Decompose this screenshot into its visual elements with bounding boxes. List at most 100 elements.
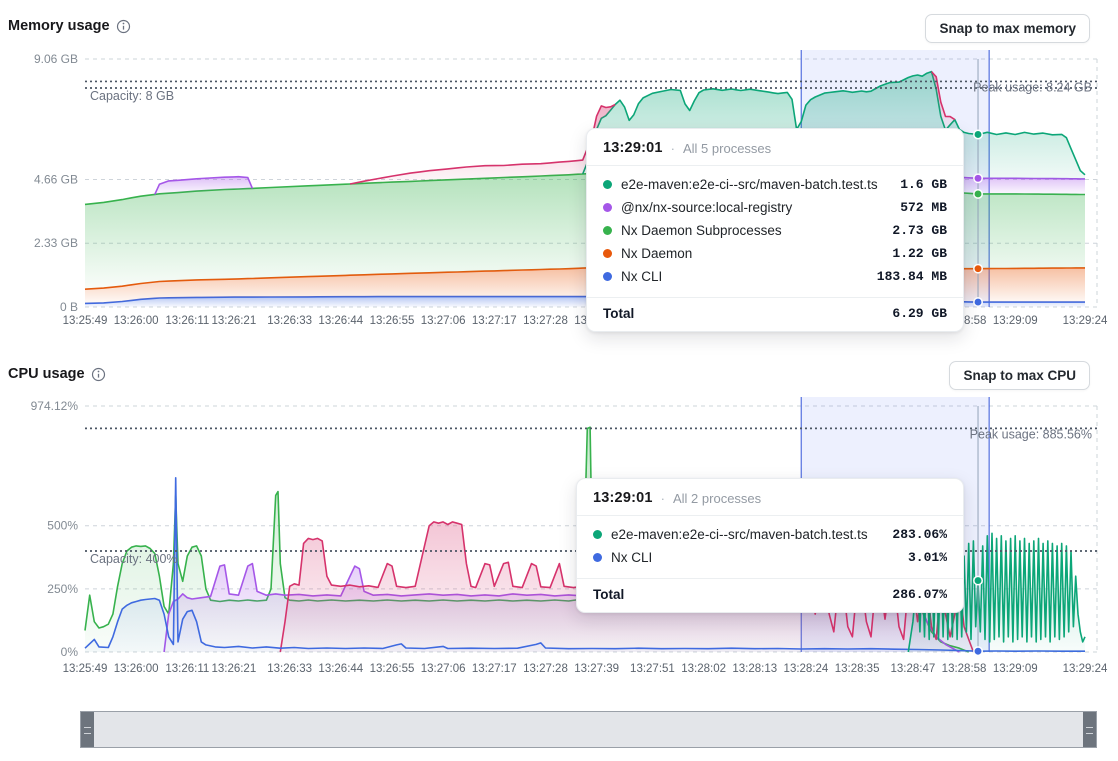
process-name: Nx CLI [611, 550, 899, 565]
svg-text:13:26:44: 13:26:44 [318, 663, 363, 675]
svg-text:13:27:39: 13:27:39 [574, 663, 619, 675]
svg-text:13:26:00: 13:26:00 [114, 663, 159, 675]
svg-text:0%: 0% [61, 645, 79, 659]
process-value: 3.01% [908, 550, 947, 565]
svg-text:13:27:28: 13:27:28 [523, 663, 568, 675]
series-color-dot [593, 530, 602, 539]
svg-text:13:28:58: 13:28:58 [942, 663, 987, 675]
svg-text:13:27:06: 13:27:06 [421, 663, 466, 675]
svg-text:13:27:17: 13:27:17 [472, 315, 517, 327]
tooltip-process-row: Nx Daemon Subprocesses 2.73 GB [603, 219, 947, 242]
series-color-dot [603, 180, 612, 189]
svg-text:0 B: 0 B [60, 300, 78, 314]
snap-to-max-cpu-button[interactable]: Snap to max CPU [949, 361, 1090, 390]
svg-text:13:26:21: 13:26:21 [211, 315, 256, 327]
tooltip-time: 13:29:01 [603, 140, 663, 156]
svg-text:13:26:44: 13:26:44 [318, 315, 363, 327]
tooltip-process-row: e2e-maven:e2e-ci--src/maven-batch.test.t… [603, 173, 947, 196]
process-value: 283.06% [892, 527, 947, 542]
cpu-section-header: CPU usage [8, 366, 106, 382]
process-value: 1.22 GB [892, 246, 947, 261]
memory-info-icon[interactable] [116, 19, 131, 34]
svg-text:4.66 GB: 4.66 GB [34, 172, 78, 186]
process-value: 2.73 GB [892, 223, 947, 238]
svg-text:13:29:09: 13:29:09 [993, 663, 1038, 675]
tooltip-separator: · [671, 141, 675, 156]
process-name: e2e-maven:e2e-ci--src/maven-batch.test.t… [621, 177, 891, 192]
svg-text:13:26:55: 13:26:55 [370, 663, 415, 675]
cpu-tooltip-header: 13:29:01 · All 2 processes [577, 479, 963, 516]
tooltip-process-count: All 5 processes [683, 141, 771, 156]
process-name: Nx Daemon Subprocesses [621, 223, 883, 238]
time-range-brush[interactable] [80, 711, 1097, 748]
memory-tooltip-total: Total 6.29 GB [587, 297, 963, 331]
svg-text:Capacity: 8 GB: Capacity: 8 GB [90, 89, 174, 103]
process-name: Nx Daemon [621, 246, 883, 261]
svg-text:13:27:51: 13:27:51 [630, 663, 675, 675]
svg-text:13:25:49: 13:25:49 [63, 663, 108, 675]
total-label: Total [603, 306, 892, 321]
tooltip-process-count: All 2 processes [673, 491, 761, 506]
tooltip-process-row: Nx Daemon 1.22 GB [603, 242, 947, 265]
brush-right-handle[interactable] [1083, 712, 1096, 747]
tooltip-process-row: @nx/nx-source:local-registry572 MB [603, 196, 947, 219]
process-name: Nx CLI [621, 269, 868, 284]
svg-text:13:28:02: 13:28:02 [681, 663, 726, 675]
total-value: 286.07% [892, 587, 947, 602]
memory-tooltip: 13:29:01 · All 5 processes e2e-maven:e2e… [586, 128, 964, 332]
total-value: 6.29 GB [892, 306, 947, 321]
svg-text:13:25:49: 13:25:49 [63, 315, 108, 327]
svg-text:9.06 GB: 9.06 GB [34, 52, 78, 66]
snap-to-max-memory-button[interactable]: Snap to max memory [925, 14, 1090, 43]
svg-text:500%: 500% [47, 519, 78, 533]
tooltip-process-row: Nx CLI 3.01% [593, 546, 947, 569]
svg-text:13:29:24: 13:29:24 [1063, 315, 1108, 327]
cpu-usage-title: CPU usage [8, 366, 85, 382]
memory-tooltip-header: 13:29:01 · All 5 processes [587, 129, 963, 166]
svg-text:250%: 250% [47, 582, 78, 596]
svg-text:13:26:11: 13:26:11 [165, 663, 209, 675]
svg-text:13:28:35: 13:28:35 [835, 663, 880, 675]
series-color-dot [593, 553, 602, 562]
svg-text:13:26:33: 13:26:33 [267, 663, 312, 675]
total-label: Total [593, 587, 892, 602]
svg-text:13:26:00: 13:26:00 [114, 315, 159, 327]
svg-text:13:28:47: 13:28:47 [891, 663, 936, 675]
tooltip-process-row: e2e-maven:e2e-ci--src/maven-batch.test.t… [593, 523, 947, 546]
memory-tooltip-rows: e2e-maven:e2e-ci--src/maven-batch.test.t… [587, 166, 963, 292]
process-name: e2e-maven:e2e-ci--src/maven-batch.test.t… [611, 527, 883, 542]
svg-text:13:26:21: 13:26:21 [211, 663, 256, 675]
svg-text:13:26:55: 13:26:55 [370, 315, 415, 327]
svg-text:13:26:11: 13:26:11 [165, 315, 209, 327]
tooltip-process-row: Nx CLI 183.84 MB [603, 265, 947, 288]
svg-text:Capacity: 400%: Capacity: 400% [90, 552, 178, 566]
svg-text:13:29:09: 13:29:09 [993, 315, 1038, 327]
cpu-tooltip: 13:29:01 · All 2 processes e2e-maven:e2e… [576, 478, 964, 613]
tooltip-time: 13:29:01 [593, 490, 653, 506]
svg-text:13:26:33: 13:26:33 [267, 315, 312, 327]
svg-text:13:27:06: 13:27:06 [421, 315, 466, 327]
series-color-dot [603, 203, 612, 212]
svg-text:974.12%: 974.12% [31, 399, 79, 413]
process-value: 1.6 GB [900, 177, 947, 192]
svg-text:13:27:17: 13:27:17 [472, 663, 517, 675]
svg-text:Peak usage: 8.24 GB: Peak usage: 8.24 GB [973, 80, 1092, 94]
svg-text:13:28:13: 13:28:13 [732, 663, 777, 675]
memory-usage-title: Memory usage [8, 18, 110, 34]
brush-left-handle[interactable] [81, 712, 94, 747]
performance-dashboard: 9.06 GB 4.66 GB 2.33 GB 0 B Capacity: 8 GB Pe… [0, 0, 1118, 761]
svg-text:2.33 GB: 2.33 GB [34, 236, 78, 250]
svg-text:13:29:24: 13:29:24 [1063, 663, 1108, 675]
memory-section-header: Memory usage [8, 18, 131, 34]
series-color-dot [603, 226, 612, 235]
tooltip-separator: · [661, 491, 665, 506]
series-color-dot [603, 272, 612, 281]
cpu-info-icon[interactable] [91, 367, 106, 382]
process-value: 183.84 MB [877, 269, 947, 284]
series-color-dot [603, 249, 612, 258]
cpu-tooltip-total: Total 286.07% [577, 578, 963, 612]
process-value: 572 MB [900, 200, 947, 215]
svg-text:13:27:28: 13:27:28 [523, 315, 568, 327]
svg-text:Peak usage: 885.56%: Peak usage: 885.56% [970, 427, 1092, 441]
cpu-tooltip-rows: e2e-maven:e2e-ci--src/maven-batch.test.t… [577, 516, 963, 573]
